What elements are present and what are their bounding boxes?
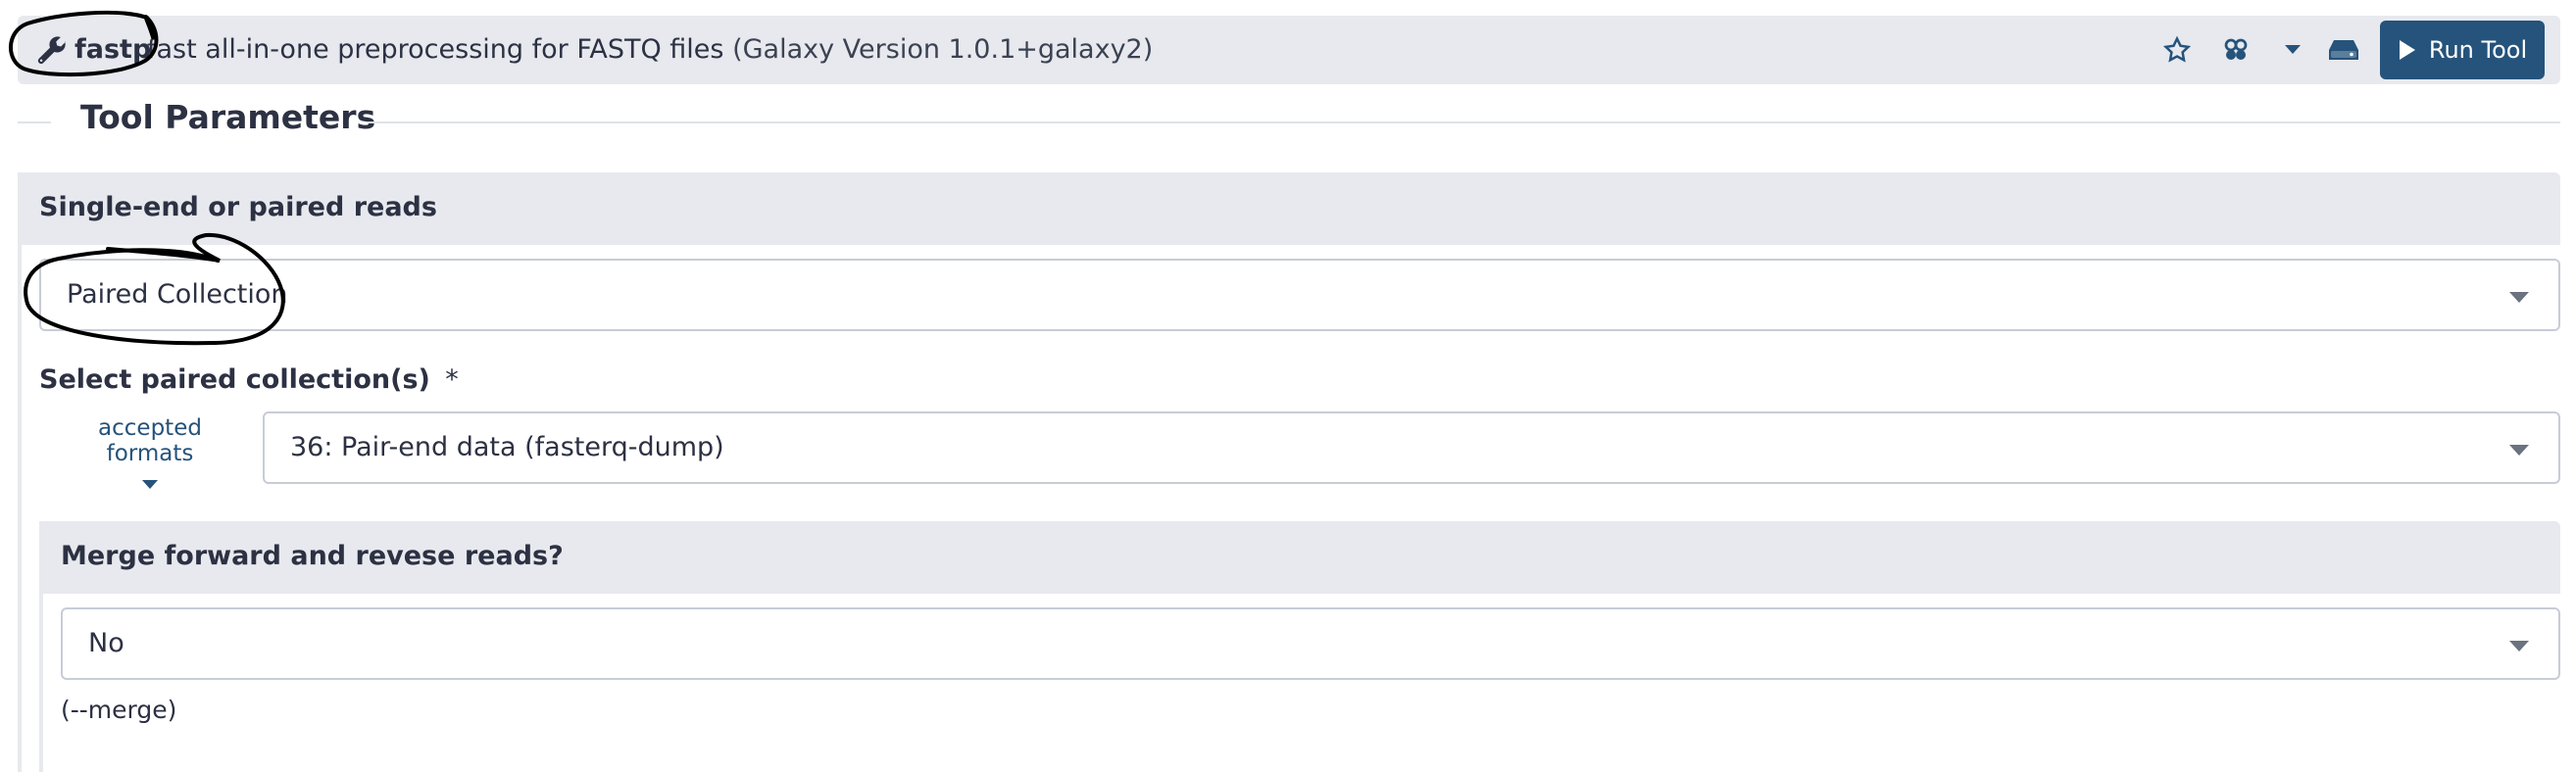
reads-select-value: Paired Collection [67, 279, 288, 310]
wrench-icon [35, 33, 69, 67]
tool-name: fastp [74, 34, 152, 65]
section-divider-right [367, 121, 2560, 123]
section-title: Tool Parameters [80, 98, 376, 136]
chevron-down-icon [2509, 445, 2529, 456]
tool-description-text: fast all-in-one preprocessing for FASTQ … [147, 34, 724, 65]
chevron-down-icon [2509, 641, 2529, 651]
tool-header: fastp fast all-in-one preprocessing for … [18, 16, 2560, 84]
accepted-formats-label: accepted formats [98, 415, 202, 466]
reads-select[interactable]: Paired Collection [39, 259, 2560, 331]
tool-description: fast all-in-one preprocessing for FASTQ … [147, 16, 1153, 84]
run-tool-label: Run Tool [2428, 36, 2528, 64]
reads-label: Single-end or paired reads [39, 192, 437, 222]
paired-label: Select paired collection(s) * [39, 364, 459, 395]
caret-down-icon [142, 480, 158, 489]
merge-select-value: No [88, 628, 124, 658]
paired-label-text: Select paired collection(s) [39, 364, 430, 395]
section-divider-left [18, 121, 51, 123]
required-marker: * [445, 364, 459, 395]
accepted-formats-toggle[interactable]: accepted formats [57, 415, 243, 489]
merge-label: Merge forward and revese reads? [61, 541, 564, 571]
tool-version: (Galaxy Version 1.0.1+galaxy2) [732, 34, 1154, 65]
hard-drive-icon[interactable] [2325, 31, 2362, 69]
paired-collection-select[interactable]: 36: Pair-end data (fasterq-dump) [263, 411, 2560, 484]
star-icon[interactable] [2158, 31, 2196, 69]
merge-help-text: (--merge) [61, 696, 177, 724]
run-tool-button[interactable]: Run Tool [2380, 21, 2545, 79]
tool-form: fastp fast all-in-one preprocessing for … [0, 0, 2576, 772]
play-icon [2399, 40, 2415, 60]
share-icon[interactable] [2217, 31, 2254, 69]
chevron-down-icon[interactable] [2274, 31, 2311, 69]
chevron-down-icon [2509, 292, 2529, 303]
paired-collection-value: 36: Pair-end data (fasterq-dump) [290, 432, 724, 462]
merge-select[interactable]: No [61, 607, 2560, 680]
